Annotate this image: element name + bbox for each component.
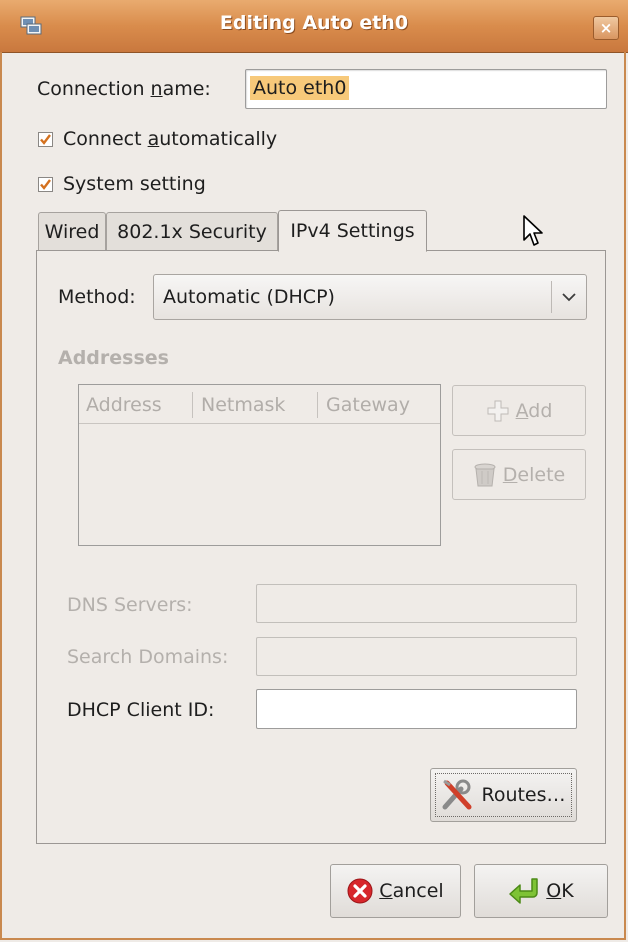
addresses-table: Address Netmask Gateway — [78, 384, 441, 546]
trash-icon — [474, 463, 496, 486]
search-domains-input[interactable] — [256, 637, 577, 676]
system-setting-label: System setting — [63, 173, 206, 195]
plus-icon — [487, 400, 509, 421]
tab-8021x-security[interactable]: 802.1x Security — [106, 212, 278, 250]
add-button[interactable]: Add — [452, 385, 586, 436]
tab-8021x-security-label: 802.1x Security — [117, 220, 267, 243]
connection-name-label: Connection name: — [37, 78, 211, 100]
method-label: Method: — [58, 286, 136, 308]
column-separator — [317, 392, 318, 418]
routes-button-label: Routes… — [481, 784, 566, 806]
search-domains-label: Search Domains: — [67, 646, 229, 668]
ok-button[interactable]: OK — [474, 864, 608, 918]
close-icon[interactable]: × — [593, 16, 619, 40]
chevron-down-icon — [562, 293, 576, 302]
method-combo[interactable]: Automatic (DHCP) — [153, 274, 587, 320]
delete-button-label: Delete — [502, 463, 566, 486]
routes-button[interactable]: Routes… — [430, 768, 577, 822]
addresses-table-header: Address Netmask Gateway — [79, 385, 440, 424]
tab-wired[interactable]: Wired — [38, 212, 106, 250]
cancel-icon — [347, 878, 373, 904]
connect-automatically-label: Connect automatically — [63, 128, 278, 150]
ipv4-settings-panel — [36, 250, 606, 844]
cancel-button-label: Cancel — [379, 880, 444, 902]
column-separator — [192, 392, 193, 418]
method-value: Automatic (DHCP) — [163, 286, 335, 308]
dns-servers-input[interactable] — [256, 584, 577, 623]
dhcp-client-id-input[interactable] — [256, 689, 577, 729]
add-button-label: Add — [515, 399, 553, 422]
check-icon — [38, 176, 53, 192]
connect-automatically-checkbox[interactable]: Connect automatically — [38, 128, 277, 150]
ok-button-label: OK — [546, 880, 574, 902]
column-header-gateway: Gateway — [326, 394, 410, 416]
column-header-netmask: Netmask — [201, 394, 286, 416]
mouse-pointer-icon — [523, 215, 543, 246]
window-title: Editing Auto eth0 — [219, 12, 409, 34]
system-setting-checkbox[interactable]: System setting — [38, 173, 206, 195]
tab-ipv4-settings-label: IPv4 Settings — [290, 220, 415, 242]
addresses-title: Addresses — [58, 347, 169, 369]
dhcp-client-id-label: DHCP Client ID: — [67, 699, 215, 721]
delete-button[interactable]: Delete — [452, 449, 586, 500]
window-titlebar[interactable]: Editing Auto eth0 × — [0, 0, 628, 53]
check-icon — [38, 131, 53, 147]
connection-name-value: Auto eth0 — [250, 76, 350, 100]
tab-wired-label: Wired — [44, 220, 100, 243]
ok-arrow-icon — [509, 878, 539, 904]
dns-servers-label: DNS Servers: — [67, 594, 193, 616]
tab-ipv4-settings[interactable]: IPv4 Settings — [278, 210, 427, 252]
column-header-address: Address — [86, 394, 162, 416]
cancel-button[interactable]: Cancel — [330, 864, 461, 918]
combo-separator — [551, 281, 552, 313]
connection-name-input[interactable]: Auto eth0 — [245, 69, 607, 109]
